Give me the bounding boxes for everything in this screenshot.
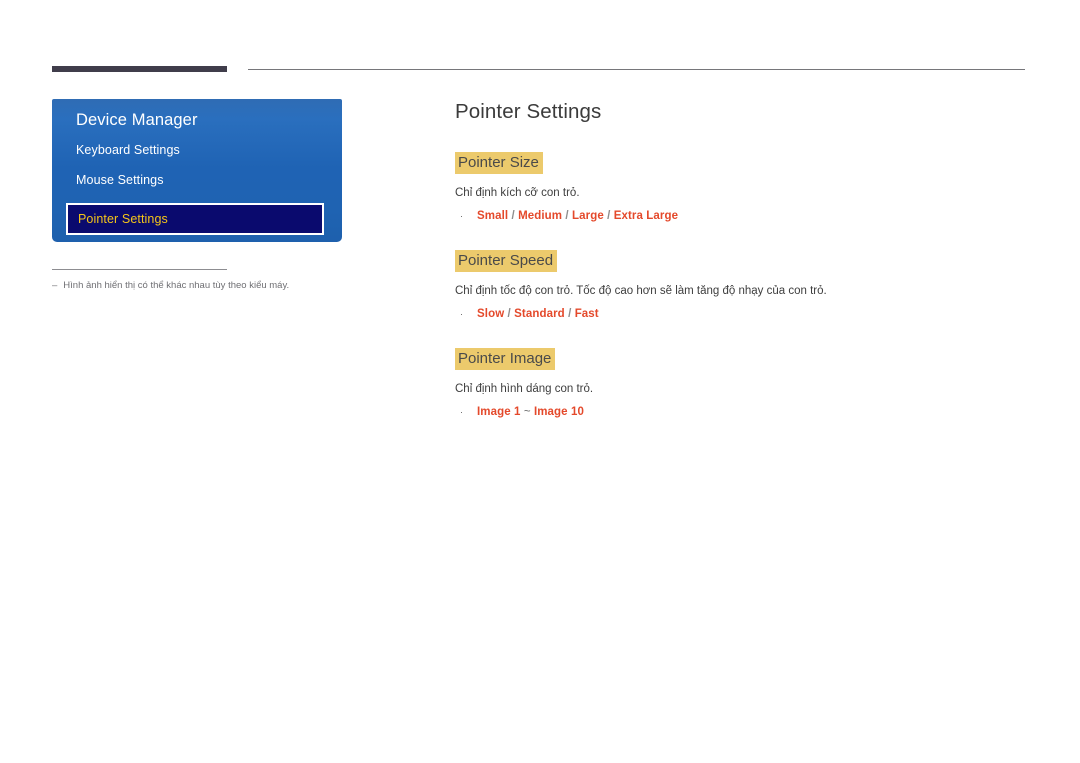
option-separator: ~ <box>520 406 534 418</box>
section-pointer-size: Pointer Size Chỉ định kích cỡ con trỏ. ·… <box>455 152 1030 224</box>
option-value: Small <box>477 210 509 222</box>
section-description: Chỉ định hình dáng con trỏ. <box>455 383 594 395</box>
section-description: Chỉ định tốc độ con trỏ. Tốc độ cao hơn … <box>455 285 827 297</box>
option-separator: / <box>508 210 519 222</box>
left-column: Device Manager Keyboard Settings Mouse S… <box>52 99 342 292</box>
osd-menu-item-mouse-settings[interactable]: Mouse Settings <box>52 173 342 187</box>
section-option-row: · Small / Medium / Large / Extra Large <box>455 208 1030 224</box>
option-value: Large <box>572 210 604 222</box>
page-title: Pointer Settings <box>455 100 602 123</box>
option-values: Slow / Standard / Fast <box>477 306 599 322</box>
model-note: – Hình ảnh hiển thị có thể khác nhau tùy… <box>52 279 342 292</box>
option-values: Image 1 ~ Image 10 <box>477 404 584 420</box>
bullet-icon: · <box>460 309 463 319</box>
bullet-icon: · <box>460 211 463 221</box>
option-separator: / <box>603 210 614 222</box>
header-rule-thin <box>248 69 1025 70</box>
option-separator: / <box>562 210 573 222</box>
section-heading: Pointer Image <box>455 348 556 370</box>
section-pointer-speed: Pointer Speed Chỉ định tốc độ con trỏ. T… <box>455 250 1030 322</box>
section-heading: Pointer Size <box>455 152 543 174</box>
section-description: Chỉ định kích cỡ con trỏ. <box>455 187 580 199</box>
option-value: Image 10 <box>533 406 584 418</box>
option-value: Fast <box>574 308 599 320</box>
osd-menu-list: Keyboard Settings Mouse Settings Pointer… <box>52 143 342 235</box>
option-value: Standard <box>514 308 565 320</box>
note-dash-icon: – <box>52 280 58 291</box>
osd-menu-item-keyboard-settings[interactable]: Keyboard Settings <box>52 143 342 157</box>
section-heading: Pointer Speed <box>455 250 558 272</box>
osd-menu-item-pointer-settings[interactable]: Pointer Settings <box>66 203 324 235</box>
note-divider <box>52 269 227 270</box>
section-pointer-image: Pointer Image Chỉ định hình dáng con trỏ… <box>455 348 1030 420</box>
option-separator: / <box>504 308 515 320</box>
option-value: Medium <box>518 210 563 222</box>
content-column: Pointer Settings Pointer Size Chỉ định k… <box>455 99 1030 420</box>
option-value: Image 1 <box>477 406 521 418</box>
option-value: Extra Large <box>613 210 679 222</box>
header-rule-thick <box>52 66 227 72</box>
osd-panel-title: Device Manager <box>76 111 198 129</box>
option-separator: / <box>564 308 575 320</box>
section-option-row: · Image 1 ~ Image 10 <box>455 404 1030 420</box>
bullet-icon: · <box>460 407 463 417</box>
option-values: Small / Medium / Large / Extra Large <box>477 208 678 224</box>
section-option-row: · Slow / Standard / Fast <box>455 306 1030 322</box>
option-value: Slow <box>477 308 505 320</box>
note-text: Hình ảnh hiển thị có thể khác nhau tùy t… <box>63 280 290 291</box>
osd-device-manager-panel: Device Manager Keyboard Settings Mouse S… <box>52 99 342 242</box>
